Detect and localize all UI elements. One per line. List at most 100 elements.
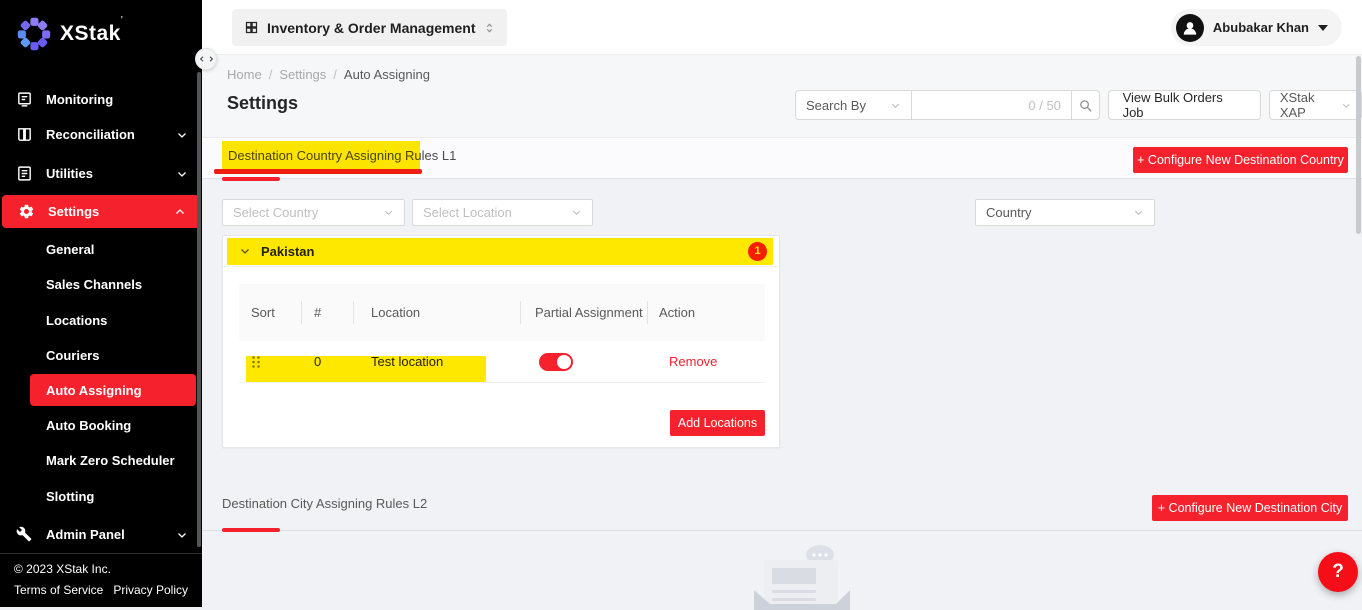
sidebar-item-monitoring[interactable]: Monitoring (0, 82, 202, 117)
user-menu[interactable]: Abubakar Khan (1171, 9, 1342, 46)
breadcrumb-current: Auto Assigning (344, 67, 430, 82)
sidebar-child-label: Auto Booking (46, 418, 131, 433)
chevron-right-icon (207, 55, 215, 63)
terms-of-service-link[interactable]: Terms of Service (14, 583, 103, 597)
remove-link[interactable]: Remove (659, 354, 717, 369)
accordion-header-pakistan[interactable]: Pakistan 1 (223, 236, 779, 267)
logo-text: XStak (60, 22, 121, 45)
sidebar-item-auto-booking[interactable]: Auto Booking (0, 408, 202, 443)
l1-section-title[interactable]: Destination Country Assigning Rules L1 (228, 148, 456, 163)
sidebar-item-locations[interactable]: Locations (0, 303, 202, 338)
privacy-policy-link[interactable]: Privacy Policy (113, 583, 188, 597)
column-header-partial-assignment: Partial Assignment (520, 284, 647, 341)
sidebar-item-label: Utilities (46, 166, 93, 181)
country-dropdown[interactable]: Country (975, 199, 1155, 226)
chevron-down-icon (176, 129, 188, 141)
select-country-dropdown[interactable]: Select Country (222, 199, 405, 226)
topbar: Inventory & Order Management Abubakar Kh… (202, 0, 1362, 55)
sidebar-child-label: Mark Zero Scheduler (46, 453, 175, 468)
l2-section-title[interactable]: Destination City Assigning Rules L2 (222, 496, 427, 511)
sidebar-item-label: Reconciliation (46, 127, 135, 142)
row-index: 0 (314, 354, 321, 369)
search-by-value: Search By (806, 98, 866, 113)
sidebar-item-general[interactable]: General (0, 232, 202, 267)
wrench-icon (16, 526, 33, 543)
caret-down-icon (1318, 25, 1328, 31)
sidebar: XStak' Monitoring Reconciliation Utiliti… (0, 0, 202, 607)
sidebar-child-label: Slotting (46, 489, 94, 504)
pakistan-rules-card: Pakistan 1 Sort # Location Partial Assig… (222, 235, 780, 448)
app-switcher-label: Inventory & Order Management (267, 20, 476, 36)
sidebar-child-label: Sales Channels (46, 277, 142, 292)
sidebar-child-label: Locations (46, 313, 107, 328)
l1-active-tab-underline (222, 177, 280, 181)
breadcrumb-home[interactable]: Home (227, 67, 262, 82)
sidebar-item-mark-zero-scheduler[interactable]: Mark Zero Scheduler (0, 443, 202, 478)
xstak-xap-select[interactable]: XStak XAP (1269, 90, 1362, 120)
toggle-knob (557, 355, 571, 369)
column-header-action: Action (647, 284, 765, 341)
table-header-row: Sort # Location Partial Assignment Actio… (239, 284, 765, 341)
sidebar-scrollbar[interactable] (197, 72, 201, 547)
sidebar-item-settings[interactable]: Settings (2, 195, 200, 228)
breadcrumb: Home / Settings / Auto Assigning (227, 67, 430, 82)
logo: XStak' (16, 16, 123, 52)
copyright-text: © 2023 XStak Inc. (14, 562, 188, 576)
sidebar-child-label: General (46, 242, 94, 257)
select-location-dropdown[interactable]: Select Location (412, 199, 593, 226)
sidebar-child-label: Couriers (46, 348, 99, 363)
gear-icon (18, 203, 35, 220)
xstak-logo-icon (16, 16, 52, 52)
table-row: 0 Test location Remove (239, 341, 765, 383)
sidebar-collapse-button[interactable] (195, 48, 217, 70)
count-badge: 1 (748, 242, 767, 261)
help-button[interactable]: ? (1318, 552, 1358, 592)
breadcrumb-separator: / (269, 67, 273, 82)
select-location-placeholder: Select Location (423, 205, 512, 220)
user-name: Abubakar Khan (1213, 20, 1309, 35)
configure-destination-country-button[interactable]: + Configure New Destination Country (1133, 147, 1348, 173)
l2-divider (202, 530, 1362, 531)
chevron-down-icon (239, 245, 251, 257)
sidebar-item-label: Monitoring (46, 92, 113, 107)
search-button[interactable] (1072, 90, 1100, 120)
page-scrollbar[interactable] (1356, 56, 1361, 234)
sidebar-item-couriers[interactable]: Couriers (0, 338, 202, 373)
monitoring-icon (16, 91, 33, 108)
chevron-down-icon (1133, 207, 1144, 218)
l2-active-tab-underline (222, 528, 280, 532)
avatar (1176, 14, 1204, 42)
grid-icon (244, 20, 259, 35)
sidebar-item-utilities[interactable]: Utilities (0, 156, 202, 191)
chevron-down-icon (383, 207, 394, 218)
sidebar-item-slotting[interactable]: Slotting (0, 479, 202, 514)
sidebar-item-sales-channels[interactable]: Sales Channels (0, 267, 202, 302)
sidebar-item-auto-assigning[interactable]: Auto Assigning (30, 374, 196, 406)
search-cluster: Search By 0 / 50 View Bulk Orders Job XS… (795, 90, 1362, 120)
view-bulk-orders-button[interactable]: View Bulk Orders Job (1108, 90, 1261, 120)
sidebar-child-label: Auto Assigning (46, 383, 142, 398)
locations-table: Sort # Location Partial Assignment Actio… (239, 284, 765, 383)
partial-assignment-toggle[interactable] (539, 353, 573, 371)
xstak-xap-value: XStak XAP (1280, 90, 1341, 120)
breadcrumb-separator: / (333, 67, 337, 82)
add-locations-button[interactable]: Add Locations (670, 410, 765, 436)
utilities-icon (16, 165, 33, 182)
chevron-down-icon (1341, 100, 1351, 111)
app-switcher[interactable]: Inventory & Order Management (232, 9, 507, 46)
chevron-down-icon (176, 529, 188, 541)
reconciliation-icon (16, 126, 33, 143)
sidebar-item-admin-panel[interactable]: Admin Panel (0, 517, 202, 552)
country-dropdown-value: Country (986, 205, 1032, 220)
drag-handle-icon[interactable] (251, 355, 261, 369)
chevron-up-icon (174, 206, 186, 218)
chevron-down-icon (890, 100, 901, 111)
swap-vertical-icon (484, 21, 495, 35)
sidebar-footer: © 2023 XStak Inc. Terms of Service Priva… (0, 553, 202, 607)
column-header-index: # (301, 284, 353, 341)
configure-destination-city-button[interactable]: + Configure New Destination City (1152, 495, 1348, 521)
breadcrumb-settings[interactable]: Settings (279, 67, 326, 82)
sidebar-item-reconciliation[interactable]: Reconciliation (0, 117, 202, 152)
search-counter: 0 / 50 (1028, 98, 1061, 113)
search-by-select[interactable]: Search By (795, 90, 912, 120)
